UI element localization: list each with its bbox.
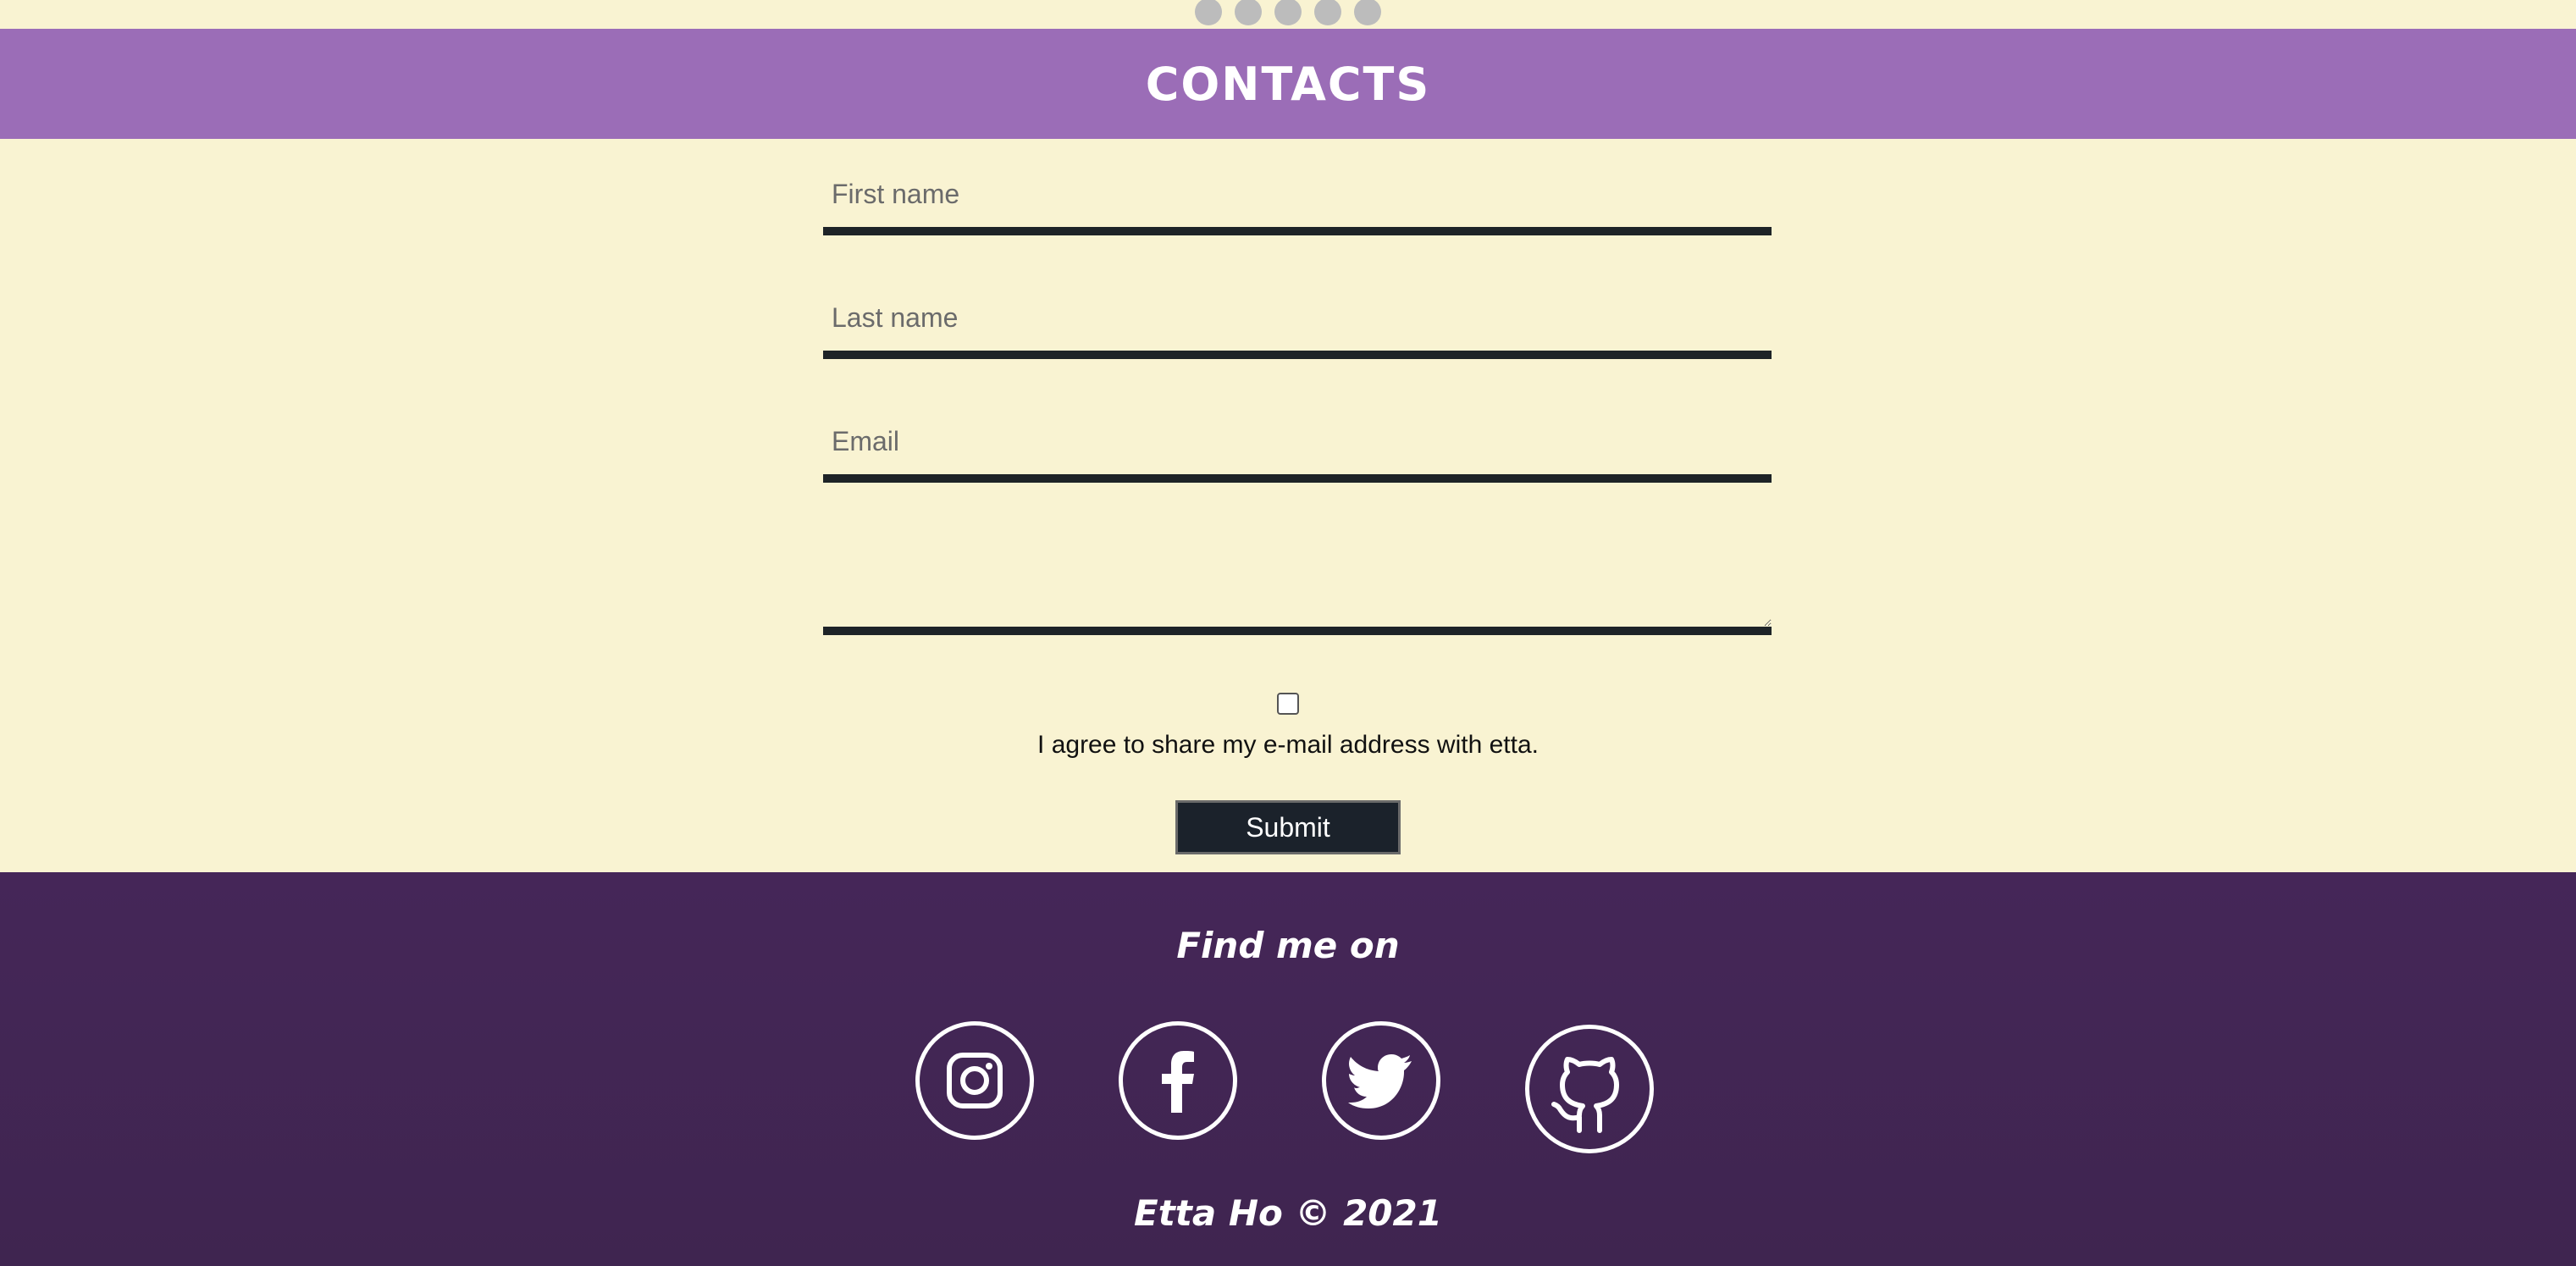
github-link[interactable]: [1525, 1025, 1654, 1153]
email-field: [823, 408, 1772, 483]
slider-dot[interactable]: [1314, 0, 1341, 25]
slider-dot[interactable]: [1274, 0, 1302, 25]
first-name-input[interactable]: [823, 161, 1772, 227]
github-icon: [1551, 1057, 1619, 1133]
last-name-input[interactable]: [823, 285, 1772, 351]
facebook-link[interactable]: [1119, 1021, 1237, 1140]
slider-dot[interactable]: [1354, 0, 1381, 25]
twitter-link[interactable]: [1322, 1021, 1440, 1140]
consent-checkbox[interactable]: [1277, 693, 1299, 715]
message-textarea[interactable]: [823, 500, 1772, 627]
twitter-icon: [1348, 1054, 1412, 1108]
facebook-icon: [1162, 1051, 1194, 1113]
first-name-field: [823, 161, 1772, 235]
slider-dots: [0, 0, 2576, 29]
footer: Find me on Etta Ho © 2021: [0, 872, 2576, 1266]
email-input[interactable]: [823, 408, 1772, 474]
submit-button[interactable]: Submit: [1175, 800, 1401, 854]
instagram-link[interactable]: [915, 1021, 1034, 1140]
copyright-text: Etta Ho © 2021: [1134, 1192, 1442, 1234]
page-title: CONTACTS: [1145, 57, 1431, 111]
slider-dot[interactable]: [1235, 0, 1262, 25]
instagram-icon: [947, 1053, 1003, 1108]
slider-dot[interactable]: [1195, 0, 1222, 25]
consent-label: I agree to share my e-mail address with …: [1037, 731, 1539, 759]
message-field: [823, 500, 1772, 635]
find-me-title: Find me on: [1176, 925, 1400, 966]
contacts-header: CONTACTS: [0, 29, 2576, 139]
last-name-field: [823, 285, 1772, 359]
consent-group: I agree to share my e-mail address with …: [0, 693, 2576, 760]
